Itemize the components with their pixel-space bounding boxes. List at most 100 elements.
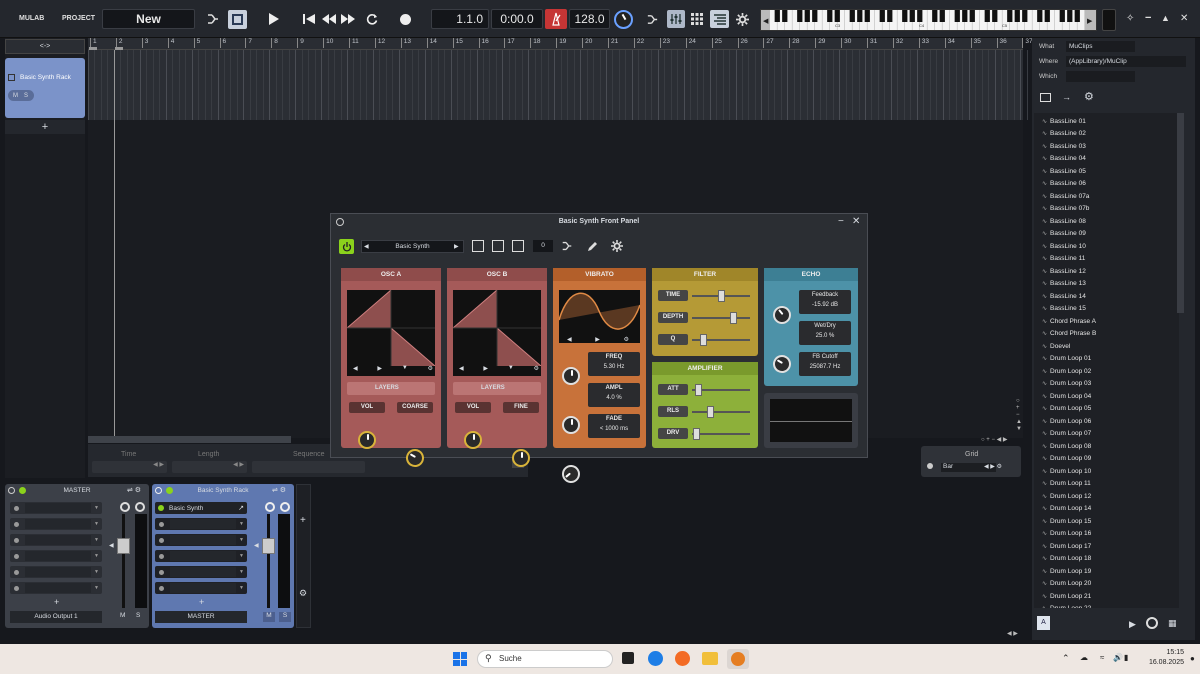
vibrato-gear-icon[interactable]: ⚙ [624,336,629,343]
amp-rls-thumb[interactable] [707,406,715,418]
clip-list-item[interactable]: ∿ BassLine 10 [1034,240,1179,253]
time-display[interactable]: 0:00.0 [491,9,543,29]
preset-selector[interactable]: ◀ Basic Synth ▶ [361,240,464,253]
vibrato-fade-box[interactable]: FADE < 1000 ms [588,414,640,438]
clip-list-item[interactable]: ∿ Drum Loop 01 [1034,353,1179,366]
osc-b-layers-button[interactable]: LAYERS [453,382,541,395]
osc-b-down-icon[interactable]: ▼ [508,365,514,372]
echo-wetdry-box[interactable]: Wet/Dry 25.0 % [799,321,851,345]
master-fader-handle[interactable] [117,538,130,554]
preset-counter[interactable]: 0 [533,240,553,252]
rack-output-select[interactable]: MASTER [155,611,247,623]
pin-icon[interactable]: ✧ [1126,13,1134,24]
clip-list-item[interactable]: ∿ Drum Loop 15 [1034,515,1179,528]
clip-list-item[interactable]: ∿ BassLine 08 [1034,215,1179,228]
clip-list-item[interactable]: ∿ Drum Loop 08 [1034,440,1179,453]
edge-browser-icon[interactable] [648,651,663,666]
clip-list-item[interactable]: ∿ BassLine 04 [1034,153,1179,166]
grid-stepper-icons[interactable]: ◀ ▶ ⚙ [984,463,1002,470]
clip-list-item[interactable]: ∿ Drum Loop 03 [1034,378,1179,391]
preset-prev-icon[interactable]: ◀ [364,243,369,250]
browser-scrollbar[interactable] [1177,113,1184,313]
clip-list-item[interactable]: ∿ Drum Loop 10 [1034,465,1179,478]
echo-feedback-knob[interactable] [769,302,795,328]
which-field[interactable] [1066,71,1135,82]
clip-list-item[interactable]: ∿ Drum Loop 14 [1034,503,1179,516]
expand-tracks-button[interactable]: <-> [5,39,85,54]
clip-list-item[interactable]: ∿ BassLine 07a [1034,190,1179,203]
preset-next-icon[interactable]: ▶ [454,243,459,250]
vibrato-ampl-knob[interactable] [562,416,580,434]
insert-slot[interactable]: ▼ [10,582,102,594]
panel-close-icon[interactable]: ✕ [852,216,860,227]
wifi-icon[interactable]: ≈ [1100,653,1104,662]
project-name-field[interactable]: New [102,9,195,29]
vibrato-freq-knob[interactable] [562,367,580,385]
insert-slot[interactable]: ▼ [10,502,102,514]
clip-list-item[interactable]: ∿ BassLine 14 [1034,290,1179,303]
rack-routing-icon[interactable]: ⇌ ⚙ [272,486,286,494]
taskbar-search-box[interactable]: ⚲ Suche [477,650,613,668]
browser-settings-icon[interactable]: ⚙ [1084,90,1094,103]
routing-small-icon[interactable] [645,12,659,26]
clip-list-item[interactable]: ∿ Drum Loop 07 [1034,428,1179,441]
osc-a-vol-knob[interactable] [358,431,376,449]
amp-drv-thumb[interactable] [693,428,701,440]
osc-a-down-icon[interactable]: ▼ [402,365,408,372]
clip-list-item[interactable]: ∿ Drum Loop 12 [1034,490,1179,503]
keyboard-right-arrow-icon[interactable]: ▶ [1087,17,1092,25]
windows-start-icon[interactable] [453,652,467,666]
minimize-icon[interactable]: − [1145,12,1151,24]
amp-drv-slider[interactable] [692,428,750,440]
what-field[interactable]: MuClips [1066,41,1135,52]
routing-icon[interactable] [205,11,221,27]
preview-loop-icon[interactable] [1146,617,1158,629]
master-add-insert-button[interactable]: + [54,597,59,607]
vertical-zoom-icons[interactable]: ○ + − ▲ ▼ [1016,398,1022,433]
osc-b-waveform-display[interactable] [453,290,541,376]
track-solo-button[interactable]: S [24,93,28,99]
insert-slot[interactable]: ▼ [155,550,247,562]
length-field[interactable]: ◀ ▶ [172,461,247,473]
osc-a-prev-icon[interactable]: ◀ [353,365,358,372]
vibrato-ampl-box[interactable]: AMPL 4.0 % [588,383,640,407]
clip-list-item[interactable]: ∿ Drum Loop 19 [1034,565,1179,578]
mini-keyboard[interactable]: ◀ ▶ C3 C4 C5 [760,9,1097,31]
clip-list-item[interactable]: ∿ Drum Loop 17 [1034,540,1179,553]
maximize-icon[interactable]: ▲ [1161,13,1170,23]
tempo-knob[interactable] [614,10,633,29]
insert-slot[interactable]: ▼ [10,534,102,546]
osc-a-waveform-controls[interactable]: ◀ ▶ ▼ ⚙ [353,365,433,372]
task-view-icon[interactable] [622,652,634,664]
master-output-select[interactable]: Audio Output 1 [10,611,102,623]
settings-gear-icon[interactable] [735,12,749,26]
mixer-settings-icon[interactable]: ⚙ [299,588,307,599]
rack-fader-track[interactable] [267,514,270,608]
clip-list-item[interactable]: ∿ Chord Phrase A [1034,315,1179,328]
clip-list-item[interactable]: ∿ Drum Loop 18 [1034,553,1179,566]
clock-time[interactable]: 15:15 [1148,649,1184,656]
clip-list-item[interactable]: ∿ BassLine 05 [1034,165,1179,178]
clip-list-item[interactable]: ∿ BassLine 15 [1034,303,1179,316]
clip-list-item[interactable]: ∿ Drum Loop 05 [1034,403,1179,416]
panel-settings-icon[interactable] [611,240,623,252]
osc-a-layers-button[interactable]: LAYERS [347,382,435,395]
clip-list-item[interactable]: ∿ Drum Loop 02 [1034,365,1179,378]
notification-icon[interactable]: ● [1190,654,1195,663]
insert-slot[interactable]: ▼ [10,518,102,530]
sequence-field[interactable] [252,461,365,473]
clip-list-item[interactable]: ∿ Drum Loop 06 [1034,415,1179,428]
osc-b-waveform-controls[interactable]: ◀ ▶ ▼ ⚙ [459,365,539,372]
amp-att-slider[interactable] [692,384,750,396]
clip-list-item[interactable]: ∿ BassLine 03 [1034,140,1179,153]
filter-depth-slider[interactable] [692,312,750,324]
add-track-button[interactable]: + [5,120,85,134]
clip-list-item[interactable]: ∿ BassLine 11 [1034,253,1179,266]
go-start-icon[interactable] [302,12,316,26]
clip-list-item[interactable]: ∿ BassLine 13 [1034,278,1179,291]
panel-minimize-icon[interactable]: − [838,216,844,227]
track-name[interactable]: Basic Synth Rack [20,74,71,81]
filter-q-thumb[interactable] [699,334,707,346]
horizontal-scrollbar[interactable] [88,436,291,443]
panel-titlebar[interactable]: Basic Synth Front Panel − ✕ [331,214,867,231]
